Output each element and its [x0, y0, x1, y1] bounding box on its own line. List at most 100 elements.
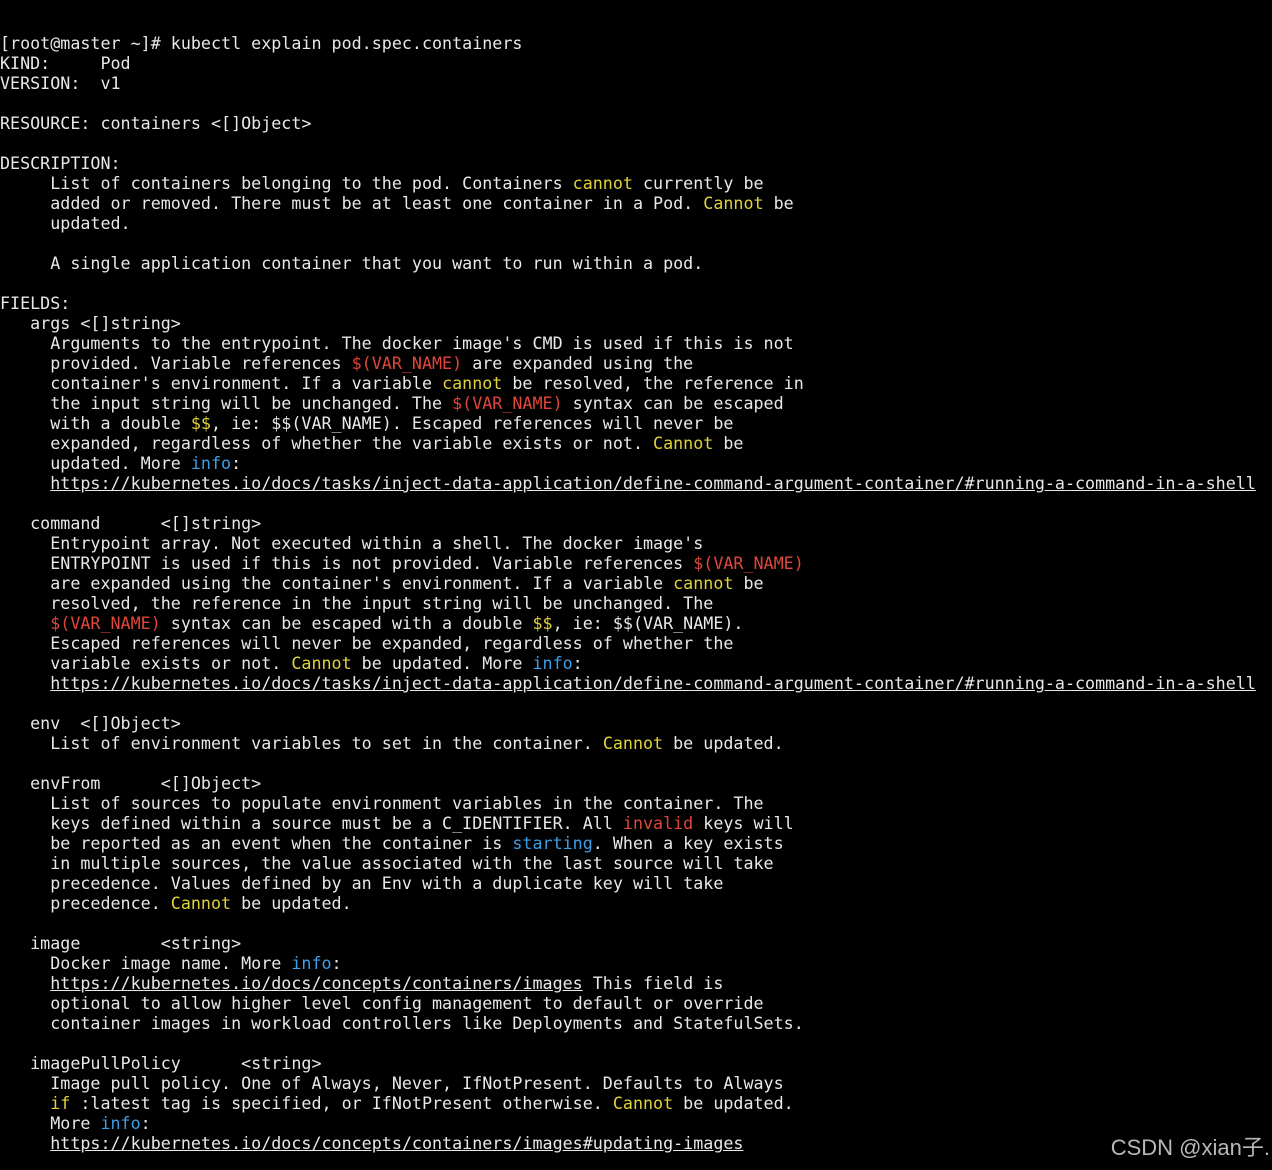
terminal-line: updated. More info:	[0, 453, 1272, 473]
documentation-link[interactable]: https://kubernetes.io/docs/concepts/cont…	[50, 973, 582, 993]
highlighted-keyword: if	[50, 1093, 71, 1113]
highlighted-keyword: starting	[512, 833, 593, 853]
terminal-line: ENTRYPOINT is used if this is not provid…	[0, 553, 1272, 573]
terminal-text: be updated.	[231, 893, 352, 913]
terminal-text: be	[763, 193, 794, 213]
terminal-line: image <string>	[0, 933, 1272, 953]
terminal-text: updated.	[0, 213, 131, 233]
highlighted-keyword: info	[532, 653, 573, 673]
terminal-text: syntax can be escaped	[562, 393, 784, 413]
terminal-text: Arguments to the entrypoint. The docker …	[0, 333, 794, 353]
terminal-line: with a double $$, ie: $$(VAR_NAME). Esca…	[0, 413, 1272, 433]
terminal-line: in multiple sources, the value associate…	[0, 853, 1272, 873]
terminal-text: be	[733, 573, 764, 593]
highlighted-keyword: $$	[532, 613, 553, 633]
terminal-line: provided. Variable references $(VAR_NAME…	[0, 353, 1272, 373]
terminal-line: https://kubernetes.io/docs/concepts/cont…	[0, 1133, 1272, 1153]
terminal-line: container images in workload controllers…	[0, 1013, 1272, 1033]
terminal-text: . When a key exists	[592, 833, 784, 853]
terminal-text: container's environment. If a variable	[0, 373, 443, 393]
highlighted-keyword: Cannot	[653, 433, 714, 453]
terminal-line: [root@master ~]# kubectl explain pod.spe…	[0, 33, 1272, 53]
terminal-line: KIND: Pod	[0, 53, 1272, 73]
terminal-text: variable exists or not.	[0, 653, 292, 673]
terminal-line: args <[]string>	[0, 313, 1272, 333]
terminal-line: variable exists or not. Cannot be update…	[0, 653, 1272, 673]
terminal-text: added or removed. There must be at least…	[0, 193, 704, 213]
terminal-text: List of sources to populate environment …	[0, 793, 764, 813]
terminal-text: precedence. Values defined by an Env wit…	[0, 873, 724, 893]
terminal-text: Entrypoint array. Not executed within a …	[0, 533, 704, 553]
highlighted-keyword: Cannot	[612, 1093, 674, 1113]
terminal-text: A single application container that you …	[0, 253, 704, 273]
highlighted-keyword: Cannot	[170, 893, 232, 913]
terminal-text: with a double	[0, 413, 191, 433]
terminal-line: precedence. Cannot be updated.	[0, 893, 1272, 913]
terminal-line: https://kubernetes.io/docs/tasks/inject-…	[0, 673, 1272, 693]
terminal-line: envFrom <[]Object>	[0, 773, 1272, 793]
documentation-link[interactable]: https://kubernetes.io/docs/concepts/cont…	[50, 1133, 743, 1153]
terminal-text: FIELDS:	[0, 293, 71, 313]
csdn-watermark: CSDN @xian子.	[1110, 1135, 1270, 1160]
terminal-text: the input string will be unchanged. The	[0, 393, 453, 413]
terminal-line: VERSION: v1	[0, 73, 1272, 93]
terminal-line: keys defined within a source must be a C…	[0, 813, 1272, 833]
terminal-text: syntax can be escaped with a double	[160, 613, 533, 633]
highlighted-keyword: info	[291, 953, 332, 973]
highlighted-keyword: info	[100, 1113, 141, 1133]
terminal-line: container's environment. If a variable c…	[0, 373, 1272, 393]
terminal-text: :	[140, 1113, 151, 1133]
terminal-line: Docker image name. More info:	[0, 953, 1272, 973]
terminal-text: , ie: $$(VAR_NAME).	[552, 613, 744, 633]
terminal-text: provided. Variable references	[0, 353, 352, 373]
highlighted-variable: $(VAR_NAME)	[351, 353, 463, 373]
terminal-text: DESCRIPTION:	[0, 153, 121, 173]
terminal-text: More	[0, 1113, 101, 1133]
terminal-line: Arguments to the entrypoint. The docker …	[0, 333, 1272, 353]
terminal-line: https://kubernetes.io/docs/tasks/inject-…	[0, 473, 1272, 493]
terminal-text: , ie: $$(VAR_NAME). Escaped references w…	[210, 413, 734, 433]
highlighted-keyword: Cannot	[291, 653, 352, 673]
terminal-text: expanded, regardless of whether the vari…	[0, 433, 654, 453]
terminal-line: expanded, regardless of whether the vari…	[0, 433, 1272, 453]
terminal-text: be updated.	[673, 1093, 794, 1113]
terminal-text: command <[]string>	[0, 513, 262, 533]
terminal-text: are expanded using the	[462, 353, 694, 373]
highlighted-variable: $(VAR_NAME)	[693, 553, 804, 573]
terminal-line: List of containers belonging to the pod.…	[0, 173, 1272, 193]
terminal-text: currently be	[632, 173, 764, 193]
terminal-text: resolved, the reference in the input str…	[0, 593, 714, 613]
terminal-line: env <[]Object>	[0, 713, 1272, 733]
terminal-line: FIELDS:	[0, 293, 1272, 313]
terminal-line: imagePullPolicy <string>	[0, 1053, 1272, 1073]
terminal-line: DESCRIPTION:	[0, 153, 1272, 173]
terminal-line: are expanded using the container's envir…	[0, 573, 1272, 593]
terminal-text: container images in workload controllers…	[0, 1013, 804, 1033]
terminal-text: [root@master ~]# kubectl explain pod.spe…	[0, 33, 523, 53]
documentation-link[interactable]: https://kubernetes.io/docs/tasks/inject-…	[50, 473, 1256, 493]
terminal-text: imagePullPolicy <string>	[0, 1053, 322, 1073]
terminal-line: precedence. Values defined by an Env wit…	[0, 873, 1272, 893]
documentation-link[interactable]: https://kubernetes.io/docs/tasks/inject-…	[50, 673, 1256, 693]
terminal-text: optional to allow higher level config ma…	[0, 993, 764, 1013]
highlighted-keyword: Cannot	[602, 733, 664, 753]
highlighted-keyword: Cannot	[703, 193, 764, 213]
terminal-line: resolved, the reference in the input str…	[0, 593, 1272, 613]
terminal-text: :	[231, 453, 242, 473]
terminal-window[interactable]: [root@master ~]# kubectl explain pod.spe…	[0, 0, 1272, 1170]
terminal-text: KIND: Pod	[0, 53, 131, 73]
terminal-text: ENTRYPOINT is used if this is not provid…	[0, 553, 694, 573]
terminal-text: updated. More	[0, 453, 191, 473]
highlighted-variable: invalid	[622, 813, 694, 833]
